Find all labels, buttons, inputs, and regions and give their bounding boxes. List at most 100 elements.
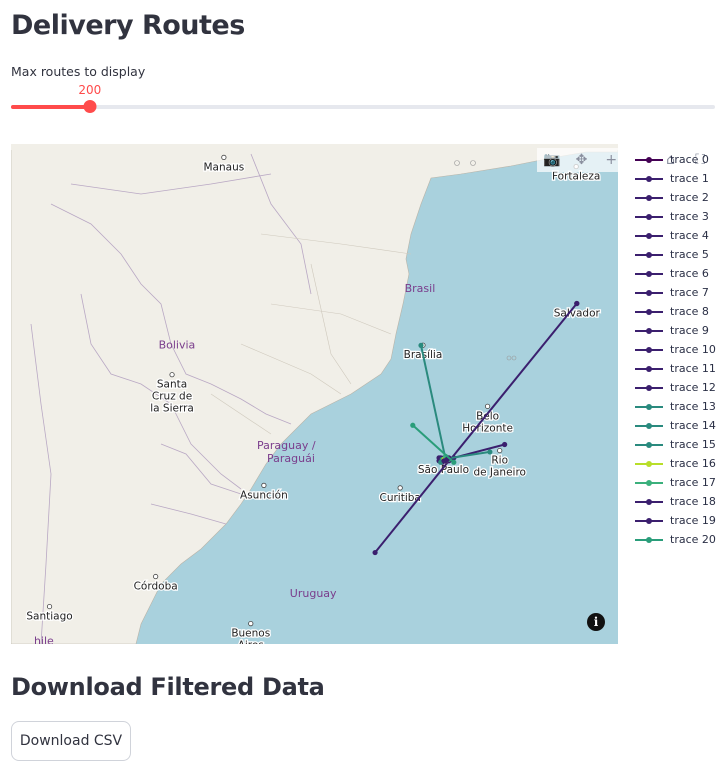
legend-label: trace 9 bbox=[670, 324, 709, 337]
city-label: la Sierra bbox=[150, 403, 194, 415]
legend-item[interactable]: trace 0 bbox=[634, 150, 716, 169]
city-marker bbox=[397, 485, 403, 491]
legend-swatch bbox=[635, 270, 663, 277]
route-point[interactable] bbox=[372, 549, 378, 556]
legend-swatch bbox=[635, 422, 663, 429]
city-label: Manaus bbox=[204, 161, 245, 173]
country-label: Paraguay / bbox=[257, 439, 316, 452]
city-label: Asunción bbox=[240, 489, 288, 501]
legend-label: trace 5 bbox=[670, 248, 709, 261]
legend-item[interactable]: trace 3 bbox=[634, 207, 716, 226]
legend-item[interactable]: trace 20 bbox=[634, 530, 716, 549]
country-label: Uruguay bbox=[290, 587, 337, 600]
legend-item[interactable]: trace 1 bbox=[634, 169, 716, 188]
legend-item[interactable]: trace 6 bbox=[634, 264, 716, 283]
info-icon[interactable]: i bbox=[587, 613, 605, 631]
city-marker bbox=[169, 372, 175, 378]
route-line[interactable] bbox=[412, 424, 455, 464]
legend-swatch bbox=[635, 289, 663, 296]
legend-label: trace 20 bbox=[670, 533, 716, 546]
legend-item[interactable]: trace 8 bbox=[634, 302, 716, 321]
legend-item[interactable]: trace 19 bbox=[634, 511, 716, 530]
legend-label: trace 1 bbox=[670, 172, 709, 185]
legend-swatch bbox=[635, 384, 663, 391]
page-title: Delivery Routes bbox=[11, 10, 245, 41]
section-title: Download Filtered Data bbox=[11, 673, 325, 701]
legend-swatch bbox=[635, 441, 663, 448]
legend-item[interactable]: trace 17 bbox=[634, 473, 716, 492]
legend-label: trace 15 bbox=[670, 438, 716, 451]
legend-item[interactable]: trace 11 bbox=[634, 359, 716, 378]
route-point[interactable] bbox=[451, 459, 457, 465]
country-label: Brasil bbox=[405, 282, 436, 295]
legend-item[interactable]: trace 5 bbox=[634, 245, 716, 264]
route-point[interactable] bbox=[418, 342, 424, 348]
city-label: Santiago bbox=[26, 611, 72, 623]
legend-label: trace 4 bbox=[670, 229, 709, 242]
legend-swatch bbox=[635, 517, 663, 524]
download-csv-button[interactable]: Download CSV bbox=[11, 721, 131, 761]
legend-item[interactable]: trace 7 bbox=[634, 283, 716, 302]
legend-item[interactable]: trace 4 bbox=[634, 226, 716, 245]
slider-value: 200 bbox=[78, 83, 102, 97]
legend-label: trace 13 bbox=[670, 400, 716, 413]
city-label: São Paulo bbox=[418, 464, 469, 476]
legend-item[interactable]: trace 18 bbox=[634, 492, 716, 511]
pan-icon[interactable]: ✥ bbox=[567, 152, 597, 168]
legend-item[interactable]: trace 10 bbox=[634, 340, 716, 359]
country-label: hile bbox=[34, 634, 54, 644]
route-map[interactable]: BrasilBoliviaParaguay /ParaguáiUruguayAr… bbox=[11, 144, 618, 644]
map-canvas[interactable]: BrasilBoliviaParaguay /ParaguáiUruguayAr… bbox=[11, 144, 618, 644]
legend-label: trace 8 bbox=[670, 305, 709, 318]
legend-label: trace 18 bbox=[670, 495, 716, 508]
legend-item[interactable]: trace 15 bbox=[634, 435, 716, 454]
slider-fill bbox=[11, 105, 90, 109]
slider-thumb[interactable] bbox=[83, 100, 97, 113]
route-point[interactable] bbox=[487, 449, 493, 455]
zoom-in-icon[interactable]: + bbox=[596, 152, 626, 168]
city-marker bbox=[261, 482, 267, 488]
route-line[interactable] bbox=[374, 460, 450, 554]
legend-swatch bbox=[635, 536, 663, 543]
legend-swatch bbox=[635, 213, 663, 220]
legend: trace 0 trace 1 trace 2 trace 3 trace 4 trace… bbox=[634, 150, 716, 549]
route-point[interactable] bbox=[574, 300, 580, 307]
legend-swatch bbox=[635, 156, 663, 163]
island bbox=[506, 355, 512, 361]
legend-label: trace 14 bbox=[670, 419, 716, 432]
country-label: Bolivia bbox=[159, 338, 196, 351]
city-marker bbox=[221, 154, 227, 160]
city-label: Rio bbox=[491, 455, 508, 467]
city-label: Horizonte bbox=[462, 422, 513, 434]
legend-item[interactable]: trace 14 bbox=[634, 416, 716, 435]
legend-item[interactable]: trace 12 bbox=[634, 378, 716, 397]
legend-label: trace 11 bbox=[670, 362, 716, 375]
route-point[interactable] bbox=[410, 422, 416, 428]
city-label: Córdoba bbox=[134, 581, 178, 593]
legend-item[interactable]: trace 2 bbox=[634, 188, 716, 207]
city-marker bbox=[46, 603, 53, 610]
route-point[interactable] bbox=[502, 441, 508, 448]
max-routes-slider[interactable] bbox=[11, 100, 715, 113]
legend-swatch bbox=[635, 460, 663, 467]
legend-item[interactable]: trace 9 bbox=[634, 321, 716, 340]
city-marker bbox=[497, 447, 503, 454]
legend-label: trace 7 bbox=[670, 286, 709, 299]
city-label: Cruz de bbox=[152, 391, 192, 403]
route-line[interactable] bbox=[420, 345, 447, 460]
legend-item[interactable]: trace 13 bbox=[634, 397, 716, 416]
legend-swatch bbox=[635, 194, 663, 201]
legend-swatch bbox=[635, 403, 663, 410]
city-marker bbox=[248, 620, 254, 627]
route-point[interactable] bbox=[441, 458, 447, 464]
legend-item[interactable]: trace 16 bbox=[634, 454, 716, 473]
legend-label: trace 10 bbox=[670, 343, 716, 356]
route-line[interactable] bbox=[449, 302, 578, 460]
legend-swatch bbox=[635, 308, 663, 315]
legend-label: trace 12 bbox=[670, 381, 716, 394]
legend-label: trace 3 bbox=[670, 210, 709, 223]
camera-icon[interactable]: 📷 bbox=[537, 152, 567, 168]
city-label: Santa bbox=[157, 379, 187, 391]
legend-label: trace 0 bbox=[670, 153, 709, 166]
legend-swatch bbox=[635, 175, 663, 182]
